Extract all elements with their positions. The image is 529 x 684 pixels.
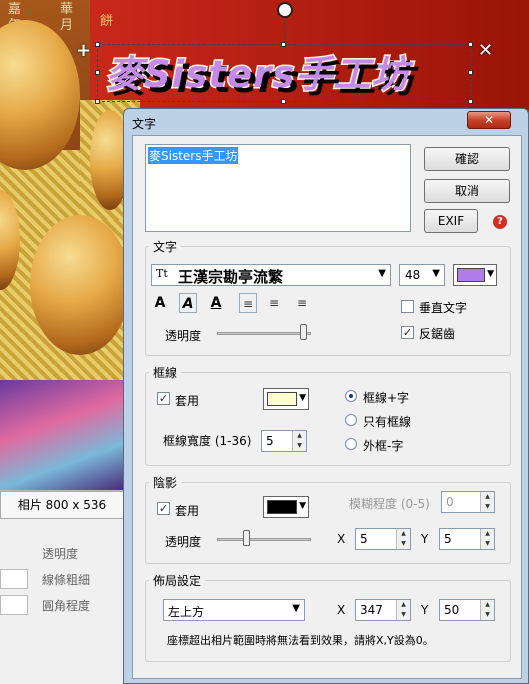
layout-y-label: Y: [421, 603, 429, 617]
text-input[interactable]: 麥Sisters手工坊: [145, 144, 411, 232]
vertical-text-label: 垂直文字: [419, 301, 468, 315]
border-width-stepper[interactable]: 5 ▲ ▼: [261, 430, 307, 452]
exif-button[interactable]: EXIF: [424, 209, 478, 233]
underline-button[interactable]: A: [207, 293, 225, 313]
antialias-label: 反鋸齒: [419, 327, 456, 341]
border-group-title: 框線: [149, 364, 182, 381]
rotate-handle-icon[interactable]: [277, 2, 293, 18]
shadow-apply-label: 套用: [175, 504, 200, 518]
chevron-down-icon: ▼: [378, 268, 386, 279]
text-dialog: 文字 ✕ 麥Sisters手工坊 確認 取消 EXIF ? 文字 Tt 王漢宗勘…: [123, 108, 529, 684]
blur-label: 模糊程度 (0-5): [349, 497, 430, 511]
font-value: 王漢宗勘亭流繁: [178, 268, 284, 286]
overlay-text[interactable]: 麥Sisters手工坊: [104, 44, 409, 98]
bold-button[interactable]: A: [151, 293, 169, 313]
dialog-title: 文字: [132, 117, 157, 131]
text-opacity-label: 透明度: [165, 329, 202, 343]
layout-x-label: X: [337, 603, 346, 617]
shadow-group-title: 陰影: [149, 474, 182, 491]
chevron-down-icon: ▼: [432, 268, 440, 279]
move-icon[interactable]: +: [76, 40, 91, 61]
corner-label: 圓角程度: [42, 599, 91, 613]
text-opacity-slider[interactable]: [217, 332, 311, 335]
photo-size-label: 相片 800 x 536: [0, 491, 124, 519]
position-select[interactable]: 左上方 ▼: [163, 599, 305, 621]
border-option-label: 框線+字: [363, 391, 410, 405]
border-group: [145, 372, 511, 466]
layout-group-title: 佈局設定: [149, 572, 206, 589]
shadow-opacity-label: 透明度: [165, 535, 202, 549]
vertical-text-checkbox[interactable]: [401, 300, 414, 313]
border-option-label: 外框-字: [363, 439, 404, 453]
chevron-down-icon: ▼: [487, 269, 494, 279]
close-button[interactable]: ✕: [467, 111, 511, 129]
layout-y-stepper[interactable]: 50 ▲ ▼: [439, 599, 495, 621]
corner-stepper[interactable]: [0, 595, 28, 615]
chevron-down-icon: ▼: [292, 603, 300, 614]
border-apply-checkbox[interactable]: ✓: [157, 392, 170, 405]
shadow-x-label: X: [337, 532, 346, 546]
layout-x-stepper[interactable]: 347 ▲ ▼: [355, 599, 411, 621]
font-select[interactable]: Tt 王漢宗勘亭流繁 ▼: [151, 264, 391, 286]
align-center-icon[interactable]: ≡: [265, 293, 283, 313]
border-option-radio[interactable]: [345, 414, 357, 426]
line-width-label: 線條粗細: [42, 573, 91, 587]
blur-stepper[interactable]: 0 ▲ ▼: [441, 491, 495, 513]
mooncake: [30, 215, 130, 355]
align-left-icon[interactable]: ≡: [239, 293, 257, 313]
line-width-stepper[interactable]: [0, 569, 28, 589]
side-panel: 相片 800 x 536 透明度 線條粗細 圓角程度: [0, 490, 124, 684]
border-color-picker[interactable]: ▼: [263, 388, 309, 410]
border-option-radio[interactable]: [345, 438, 357, 450]
position-value: 左上方: [168, 605, 205, 619]
shadow-apply-checkbox[interactable]: ✓: [157, 502, 170, 515]
help-icon[interactable]: ?: [493, 215, 507, 229]
italic-button[interactable]: A: [179, 293, 197, 313]
shadow-color-swatch: [267, 500, 297, 514]
delete-icon[interactable]: ✕: [478, 40, 493, 61]
text-opacity-thumb[interactable]: [299, 324, 307, 340]
font-icon: Tt: [156, 267, 168, 280]
shadow-color-picker[interactable]: ▼: [263, 496, 309, 518]
border-option-radio[interactable]: [345, 390, 357, 402]
opacity-label: 透明度: [42, 547, 79, 561]
shadow-y-label: Y: [421, 532, 429, 546]
border-width-label: 框線寬度 (1-36): [163, 434, 252, 448]
wrapper-text: 華月: [60, 2, 74, 33]
border-color-swatch: [267, 392, 297, 406]
text-color-picker[interactable]: ▼: [453, 264, 497, 286]
layout-group: [145, 580, 511, 662]
align-right-icon[interactable]: ≡: [293, 293, 311, 313]
shadow-opacity-slider[interactable]: [217, 538, 311, 541]
text-color-swatch: [457, 268, 485, 282]
font-size-select[interactable]: 48 ▼: [399, 264, 445, 286]
chevron-down-icon: ▼: [299, 501, 306, 511]
rotate-guide: [284, 18, 285, 44]
mooncake: [0, 20, 80, 170]
cancel-button[interactable]: 取消: [424, 179, 510, 203]
shadow-opacity-thumb[interactable]: [243, 530, 251, 546]
shadow-y-stepper[interactable]: 5 ▲ ▼: [439, 528, 495, 550]
layout-note: 座標超出相片範圍時將無法看到效果，請將X,Y設為0。: [167, 634, 434, 647]
wrapper-text: 餅: [100, 14, 114, 29]
text-group-title: 文字: [149, 238, 182, 255]
selected-text: 麥Sisters手工坊: [148, 147, 239, 164]
antialias-checkbox[interactable]: ✓: [401, 326, 414, 339]
border-apply-label: 套用: [175, 394, 200, 408]
font-size-value: 48: [405, 268, 421, 282]
shadow-x-stepper[interactable]: 5 ▲ ▼: [355, 528, 411, 550]
ok-button[interactable]: 確認: [424, 147, 510, 171]
purple-cloth: [0, 380, 124, 490]
dialog-body: 麥Sisters手工坊 確認 取消 EXIF ? 文字 Tt 王漢宗勘亭流繁 ▼…: [132, 135, 522, 679]
chevron-down-icon: ▼: [299, 393, 306, 403]
border-option-label: 只有框線: [363, 415, 412, 429]
